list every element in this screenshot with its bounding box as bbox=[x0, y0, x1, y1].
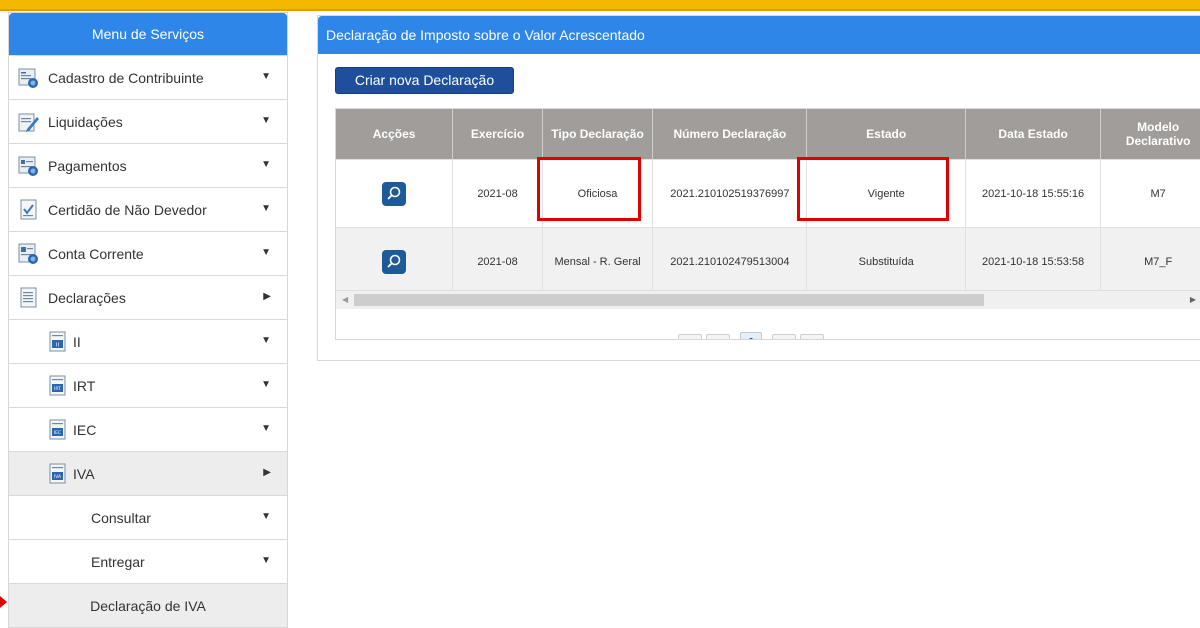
menu-item-label: Consultar bbox=[91, 509, 151, 526]
horizontal-scrollbar[interactable]: ◀ ▶ bbox=[336, 290, 1200, 309]
chevron-right-icon: ▶ bbox=[263, 467, 271, 478]
last-page-button[interactable]: ▶| bbox=[800, 334, 824, 339]
pointer-arrow-icon bbox=[0, 596, 7, 608]
registry-icon bbox=[18, 68, 38, 88]
chevron-down-icon: ▼ bbox=[261, 71, 271, 82]
menu-item-iec[interactable]: IEC IEC ▼ bbox=[9, 407, 287, 451]
menu-item-entregar[interactable]: Entregar ▼ bbox=[9, 539, 287, 583]
doc-iva-icon: IVA bbox=[49, 463, 66, 483]
numero-cell: 2021.210102519376997 bbox=[652, 159, 808, 228]
prev-page-button[interactable]: ◀◀ bbox=[706, 334, 730, 339]
menu-item-cadastro[interactable]: Cadastro de Contribuinte ▼ bbox=[9, 55, 287, 99]
chevron-down-icon: ▼ bbox=[261, 555, 271, 566]
declarations-grid: Acções Exercício Tipo Declaração Número … bbox=[335, 108, 1200, 340]
payments-icon bbox=[18, 156, 38, 176]
menu-item-irt[interactable]: IRT IRT ▼ bbox=[9, 363, 287, 407]
menu-item-declaracao-iva[interactable]: Declaração de IVA bbox=[9, 583, 287, 627]
menu-item-label: II bbox=[73, 333, 81, 350]
svg-text:IRT: IRT bbox=[54, 386, 61, 392]
scroll-right-icon[interactable]: ▶ bbox=[1190, 295, 1196, 304]
top-accent-bar-shadow bbox=[0, 9, 1200, 11]
services-menu: Menu de Serviços Cadastro de Contribuint… bbox=[8, 12, 288, 628]
certificate-icon bbox=[20, 199, 37, 219]
services-menu-title: Menu de Serviços bbox=[9, 13, 287, 55]
doc-ii-icon: II bbox=[49, 331, 66, 351]
menu-item-consultar[interactable]: Consultar ▼ bbox=[9, 495, 287, 539]
pagination: |◀ ◀◀ 1 ▶▶ ▶| bbox=[678, 332, 824, 339]
menu-item-iva[interactable]: IVA IVA ▶ bbox=[9, 451, 287, 495]
actions-cell bbox=[336, 227, 454, 295]
menu-item-ii[interactable]: II II ▼ bbox=[9, 319, 287, 363]
highlight-tipo-oficiosa bbox=[537, 157, 641, 221]
column-header[interactable]: Modelo Declarativo bbox=[1100, 109, 1200, 160]
svg-text:II: II bbox=[56, 342, 60, 348]
menu-item-label: Declaração de IVA bbox=[90, 597, 206, 614]
exercicio-cell: 2021-08 bbox=[452, 227, 543, 295]
menu-item-label: IEC bbox=[73, 421, 97, 438]
chevron-down-icon: ▼ bbox=[261, 203, 271, 214]
menu-item-conta-corrente[interactable]: Conta Corrente ▼ bbox=[9, 231, 287, 275]
table-row: 2021-08 Oficiosa 2021.210102519376997 Vi… bbox=[336, 159, 1200, 228]
chevron-down-icon: ▼ bbox=[261, 159, 271, 170]
page-number-button[interactable]: 1 bbox=[740, 332, 762, 339]
data-estado-cell: 2021-10-18 15:53:58 bbox=[965, 227, 1102, 295]
chevron-down-icon: ▼ bbox=[261, 423, 271, 434]
menu-item-declaracoes[interactable]: Declarações ▶ bbox=[9, 275, 287, 319]
panel-title: Declaração de Imposto sobre o Valor Acre… bbox=[318, 16, 1200, 54]
menu-item-label: IRT bbox=[73, 377, 96, 394]
tipo-cell: Mensal - R. Geral bbox=[542, 227, 654, 295]
view-button[interactable] bbox=[382, 181, 407, 206]
chevron-down-icon: ▼ bbox=[261, 247, 271, 258]
column-header[interactable]: Número Declaração bbox=[652, 109, 808, 160]
create-declaration-button[interactable]: Criar nova Declaração bbox=[335, 67, 514, 94]
data-estado-cell: 2021-10-18 15:55:16 bbox=[965, 159, 1102, 228]
modelo-cell: M7_F bbox=[1100, 227, 1200, 295]
column-header[interactable]: Tipo Declaração bbox=[542, 109, 654, 160]
chevron-down-icon: ▼ bbox=[261, 511, 271, 522]
menu-item-liquidacoes[interactable]: Liquidações ▼ bbox=[9, 99, 287, 143]
menu-item-certidao[interactable]: Certidão de Não Devedor ▼ bbox=[9, 187, 287, 231]
account-icon bbox=[18, 243, 38, 264]
first-page-button[interactable]: |◀ bbox=[678, 334, 702, 339]
declarations-icon bbox=[20, 287, 37, 307]
actions-cell bbox=[336, 159, 454, 228]
menu-item-pagamentos[interactable]: Pagamentos ▼ bbox=[9, 143, 287, 187]
chevron-down-icon: ▼ bbox=[261, 335, 271, 346]
search-icon bbox=[387, 186, 401, 200]
search-icon bbox=[387, 254, 401, 268]
column-header[interactable]: Data Estado bbox=[965, 109, 1102, 160]
column-header[interactable]: Exercício bbox=[452, 109, 543, 160]
column-header[interactable]: Estado bbox=[806, 109, 966, 160]
declarations-table: Acções Exercício Tipo Declaração Número … bbox=[336, 109, 1200, 295]
chevron-right-icon: ▶ bbox=[263, 291, 271, 302]
menu-item-label: Certidão de Não Devedor bbox=[48, 201, 207, 218]
menu-item-label: Pagamentos bbox=[48, 157, 127, 174]
menu-item-label: IVA bbox=[73, 465, 95, 482]
menu-item-label: Liquidações bbox=[48, 113, 123, 130]
next-page-button[interactable]: ▶▶ bbox=[772, 334, 796, 339]
estado-cell: Substituída bbox=[806, 227, 966, 295]
numero-cell: 2021.210102479513004 bbox=[652, 227, 808, 295]
menu-item-label: Entregar bbox=[91, 553, 145, 570]
modelo-cell: M7 bbox=[1100, 159, 1200, 228]
menu-item-label: Conta Corrente bbox=[48, 245, 144, 262]
iva-declaration-panel: Declaração de Imposto sobre o Valor Acre… bbox=[317, 15, 1200, 361]
doc-iec-icon: IEC bbox=[49, 419, 66, 439]
view-button[interactable] bbox=[382, 249, 407, 274]
scroll-left-icon[interactable]: ◀ bbox=[342, 295, 348, 304]
doc-irt-icon: IRT bbox=[49, 375, 66, 395]
menu-item-label: Declarações bbox=[48, 289, 126, 306]
top-accent-bar bbox=[0, 0, 1200, 9]
highlight-estado-vigente bbox=[797, 157, 949, 221]
svg-text:IEC: IEC bbox=[54, 430, 61, 436]
exercicio-cell: 2021-08 bbox=[452, 159, 543, 228]
scrollbar-thumb[interactable] bbox=[354, 294, 984, 306]
document-edit-icon bbox=[18, 113, 39, 132]
table-row: 2021-08 Mensal - R. Geral 2021.210102479… bbox=[336, 227, 1200, 295]
svg-text:IVA: IVA bbox=[54, 474, 62, 480]
chevron-down-icon: ▼ bbox=[261, 115, 271, 126]
column-header[interactable]: Acções bbox=[336, 109, 454, 160]
chevron-down-icon: ▼ bbox=[261, 379, 271, 390]
menu-item-label: Cadastro de Contribuinte bbox=[48, 69, 204, 86]
